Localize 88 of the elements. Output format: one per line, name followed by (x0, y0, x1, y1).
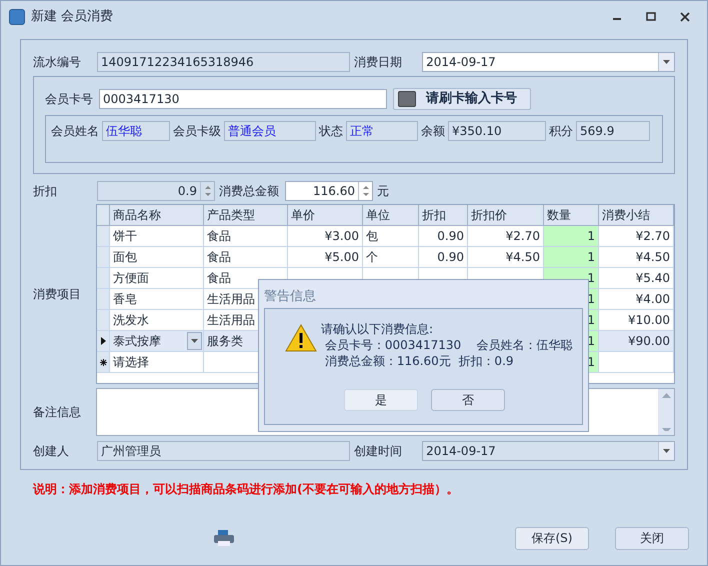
table-cell-text: 服务类 (207, 333, 243, 350)
readonly-field: 普通会员 (224, 121, 316, 141)
field-label: 创建时间 (354, 443, 404, 460)
dialog-message: 消费总金额：116.60元 折扣：0.9 (324, 353, 515, 369)
table-cell-text: 面包 (113, 249, 137, 266)
column-header[interactable]: 商品名称 (110, 205, 204, 225)
warning-icon (285, 324, 317, 352)
table-cell-text: ¥10.00 (628, 312, 670, 329)
field-label: 积分 (549, 123, 573, 140)
date-dropdown[interactable]: 2014-09-17 (422, 52, 675, 72)
field-label: 创建人 (33, 443, 70, 460)
table-cell-text: ¥4.00 (636, 291, 670, 308)
field-label: 消费日期 (354, 54, 404, 71)
table-cell-text: 生活用品 (207, 312, 255, 329)
field-label: 备注信息 (33, 404, 81, 421)
table-cell-text: 1 (587, 333, 595, 350)
field-label: 会员姓名 (51, 123, 99, 140)
window-title: 新建 会员消费 (31, 8, 114, 26)
readonly-field: ¥350.10 (448, 121, 546, 141)
app-icon (9, 9, 25, 25)
swipe-card-button[interactable]: 请刷卡输入卡号 (393, 88, 531, 110)
close-button[interactable]: 关闭 (615, 526, 689, 550)
table-cell-text: ¥90.00 (628, 333, 670, 350)
save-button[interactable]: 保存(S) (515, 526, 589, 550)
row-header[interactable] (97, 352, 110, 372)
field-label: 余额 (421, 123, 445, 140)
table-cell-text: 生活用品 (207, 291, 255, 308)
field-label: 消费项目 (33, 286, 81, 303)
dropdown-button[interactable] (187, 332, 202, 350)
field-label: 元 (377, 183, 389, 200)
table-cell-text: ¥4.50 (506, 249, 540, 266)
table-cell-text: 1 (587, 312, 595, 329)
column-header[interactable]: 消费小结 (599, 205, 674, 225)
card-number-field[interactable]: 0003417130 (99, 89, 387, 109)
column-header[interactable]: 折扣价 (468, 205, 544, 225)
table-cell-text: ¥2.70 (636, 228, 670, 245)
table-cell-text: ¥4.50 (636, 249, 670, 266)
dialog-message: 请确认以下消费信息: (321, 321, 434, 337)
field-label: 会员卡级 (173, 123, 221, 140)
table-cell-text: ¥3.00 (324, 228, 359, 245)
discount-spinner: 0.9 (97, 181, 215, 201)
table-cell-text: 食品 (207, 249, 231, 266)
field-label: 状态 (319, 123, 343, 140)
readonly-field: 伍华聪 (102, 121, 170, 141)
dialog-title: 警告信息 (264, 288, 317, 306)
date-dropdown[interactable]: 2014-09-17 (422, 441, 675, 461)
column-header[interactable]: 单位 (363, 205, 419, 225)
readonly-field: 正常 (346, 121, 418, 141)
table-cell-text: 泰式按摩 (113, 333, 161, 350)
readonly-field: 569.9 (576, 121, 650, 141)
table-cell-text: 食品 (207, 228, 231, 245)
table-cell-text: 饼干 (113, 228, 137, 245)
table-cell-text: 个 (366, 249, 378, 266)
table-cell-text: 请选择 (113, 354, 149, 371)
field-label: 会员卡号 (45, 91, 94, 108)
column-header[interactable]: 产品类型 (204, 205, 288, 225)
printer-icon[interactable] (213, 530, 235, 546)
table-cell-text: ¥5.40 (636, 270, 670, 287)
table-cell-text: 方便面 (113, 270, 149, 287)
table-cell-text: 香皂 (113, 291, 137, 308)
readonly-field: 14091712234165318946 (97, 52, 350, 72)
table-cell-text: 1 (587, 249, 595, 266)
column-header[interactable]: 单价 (288, 205, 363, 225)
spinner-arrows-icon (358, 182, 372, 200)
dialog-button[interactable]: 是 (344, 389, 418, 411)
table-cell-text: 0.90 (437, 228, 464, 245)
table-cell-text: 包 (366, 228, 378, 245)
field-label: 折扣 (33, 183, 58, 200)
readonly-field: 广州管理员 (97, 441, 350, 461)
dialog-button[interactable]: 否 (431, 389, 505, 411)
table-cell-text: ¥5.00 (324, 249, 359, 266)
table-cell-text: 食品 (207, 270, 231, 287)
column-header[interactable]: 折扣 (419, 205, 468, 225)
table-cell-text: 0.90 (437, 249, 464, 266)
total-amount-spinner[interactable]: 116.60 (285, 181, 373, 201)
table-cell-text: 1 (587, 354, 595, 371)
table-cell-text: 洗发水 (113, 312, 149, 329)
column-header[interactable]: 数量 (544, 205, 599, 225)
field-label: 流水编号 (33, 54, 82, 71)
field-label: 消费总金额 (219, 183, 280, 200)
table-cell-text: 1 (587, 291, 595, 308)
caret-icon (191, 339, 198, 343)
table-cell-text: ¥2.70 (506, 228, 540, 245)
table-cell-text: 1 (587, 270, 595, 287)
instruction-note: 说明：添加消费项目，可以扫描商品条码进行添加(不要在可输入的地方扫描）。 (33, 481, 460, 498)
spinner-arrows-icon (200, 182, 214, 200)
dialog-message: 会员卡号：0003417130 会员姓名：伍华聪 (324, 337, 572, 353)
table-cell-text: 1 (587, 228, 595, 245)
